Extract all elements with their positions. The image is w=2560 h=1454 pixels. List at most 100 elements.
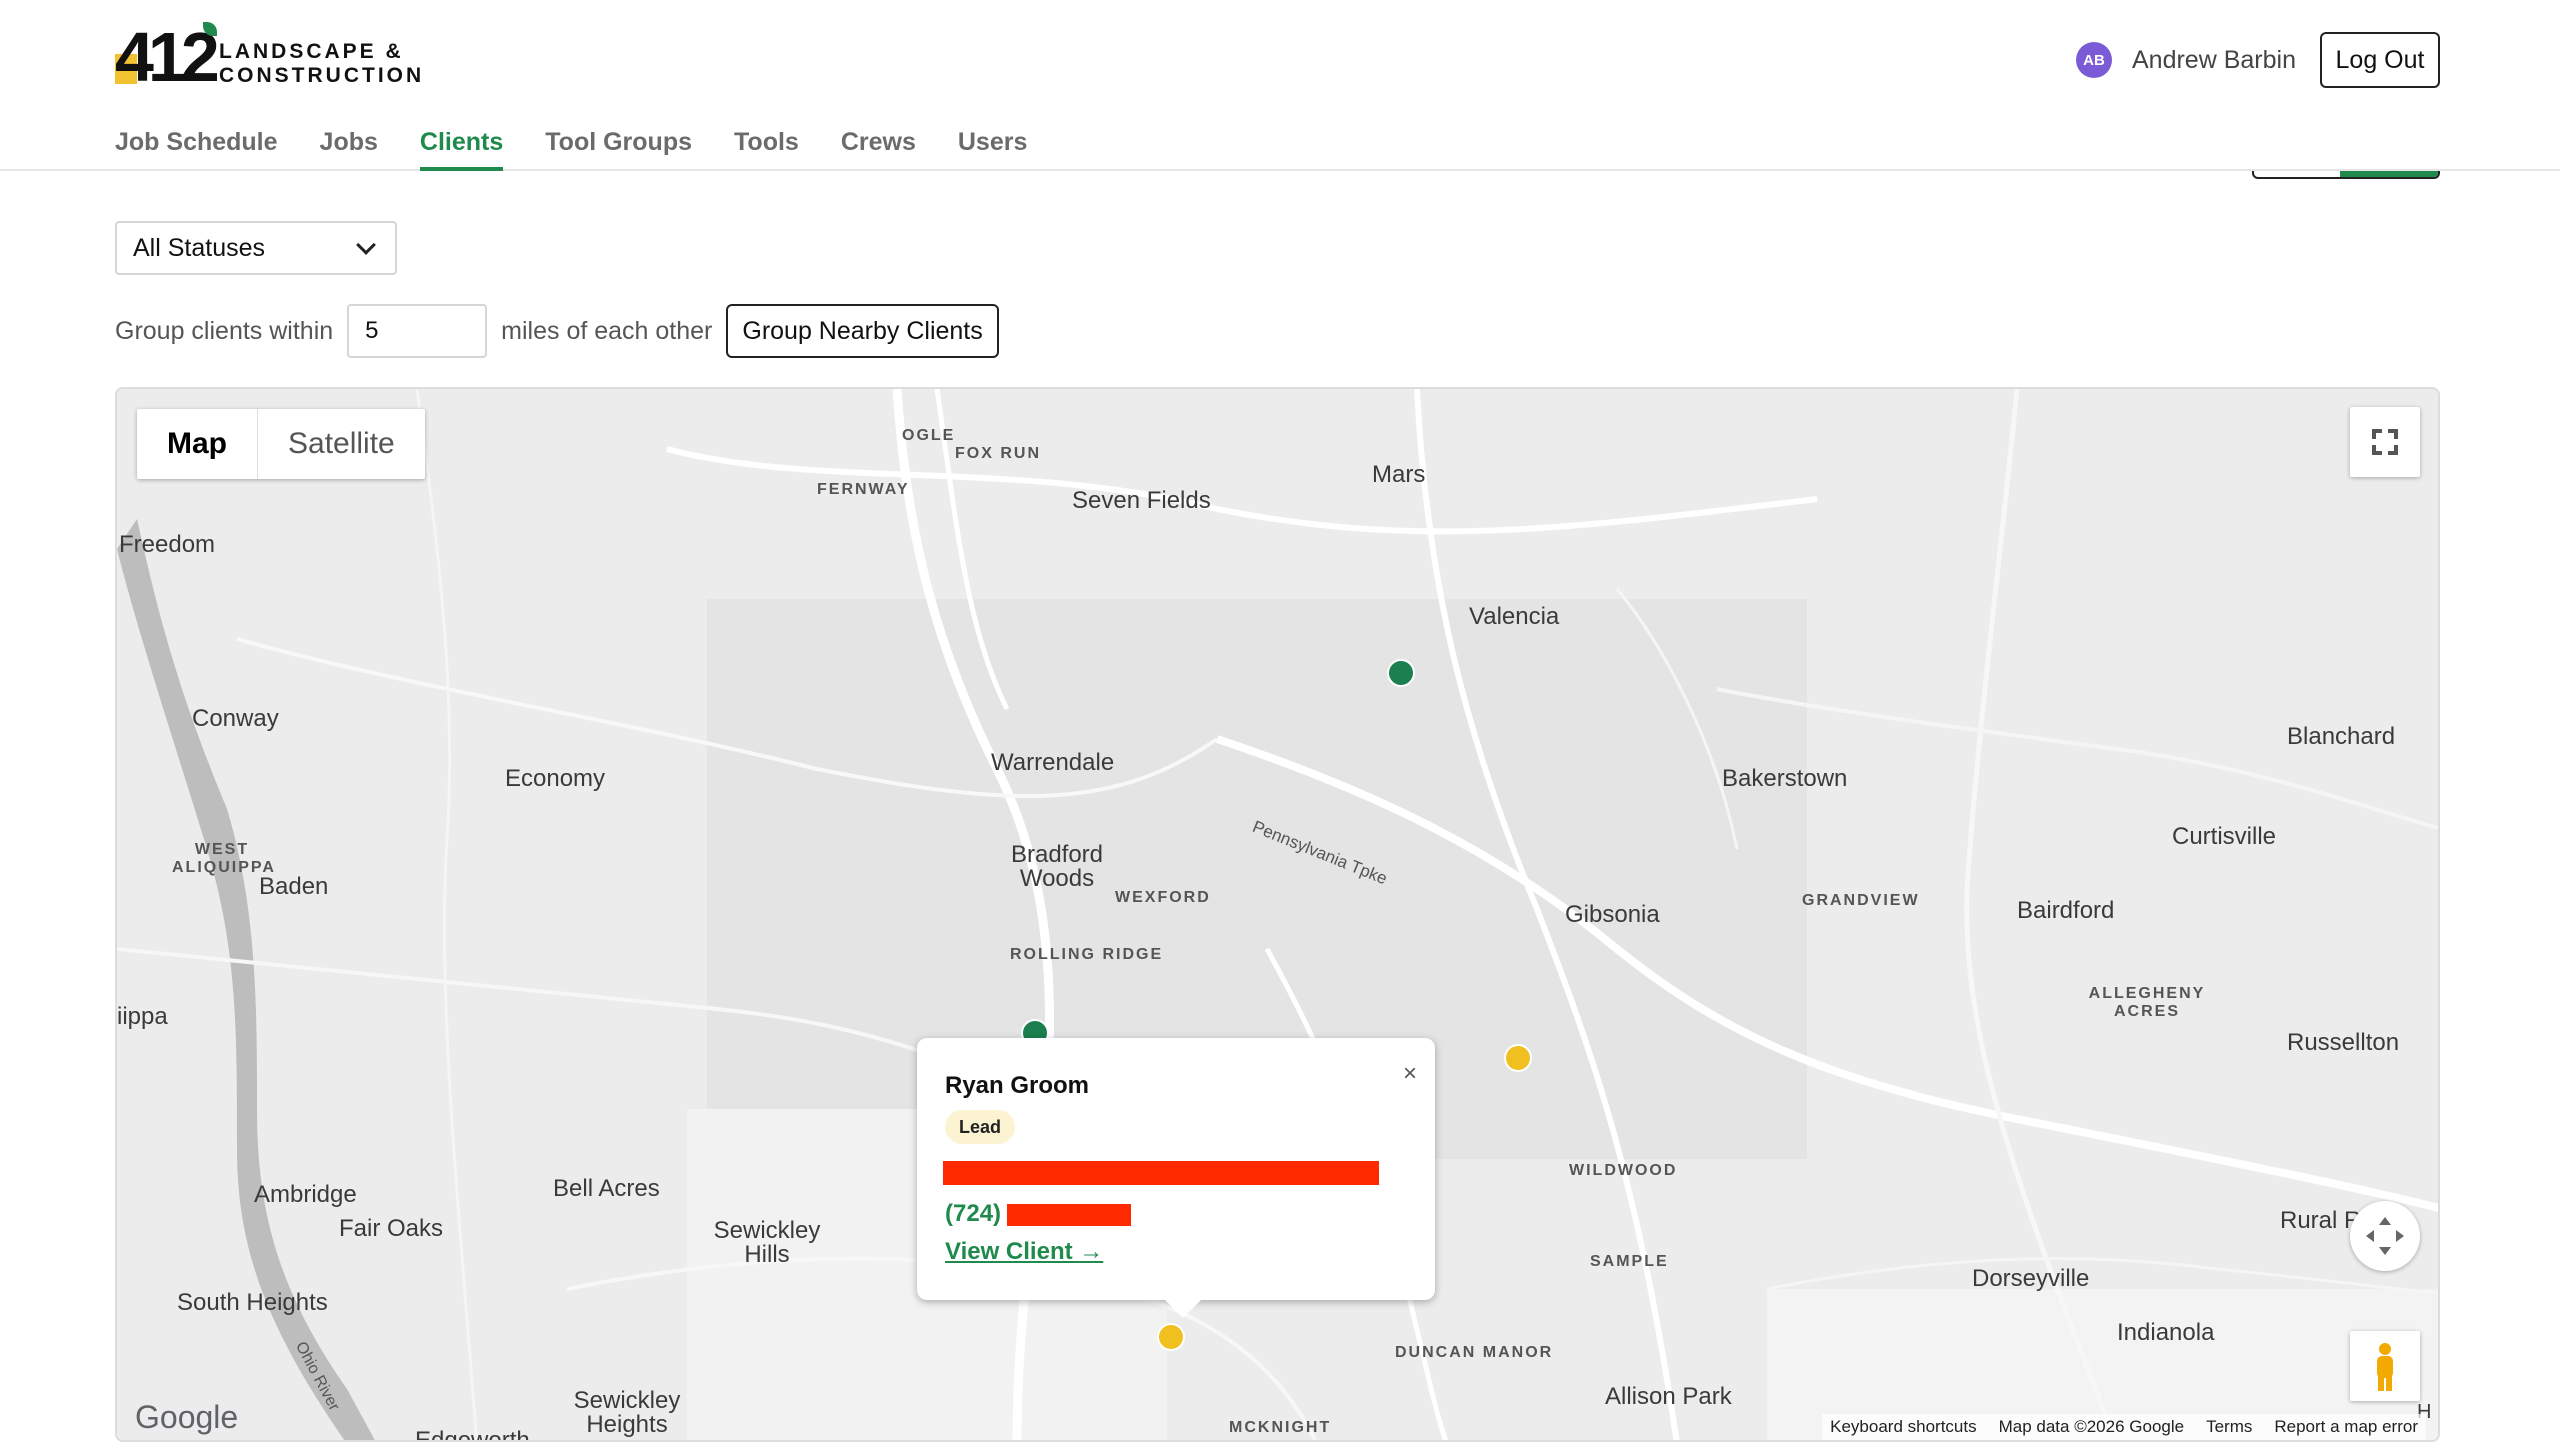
report-error-link[interactable]: Report a map error <box>2274 1417 2418 1437</box>
map-label-indianola: Indianola <box>2117 1319 2215 1346</box>
redacted-address <box>943 1161 1379 1185</box>
street-view-button[interactable] <box>2350 1331 2420 1401</box>
company-logo[interactable]: 412 LANDSCAPE & CONSTRUCTION <box>115 18 421 96</box>
map-label-bell-acres: Bell Acres <box>553 1175 660 1202</box>
map-type-satellite-button[interactable]: Satellite <box>258 409 425 479</box>
group-nearby-button[interactable]: Group Nearby Clients <box>726 304 999 358</box>
nav-clients[interactable]: Clients <box>419 124 504 171</box>
map-label-valencia: Valencia <box>1469 603 1560 630</box>
map-label-fair-oaks: Fair Oaks <box>339 1215 444 1242</box>
map-label-sewickley-hills: Sewickley Hills <box>697 1219 837 1267</box>
map-label-sewickley-heights-2: Heights <box>586 1411 668 1438</box>
map-label-freedom: Freedom <box>119 531 216 558</box>
chevron-down-icon <box>356 235 376 255</box>
map-label-rolling-ridge: ROLLING RIDGE <box>1010 946 1164 963</box>
map-label-sewickley-hills-2: Hills <box>744 1241 790 1268</box>
client-info-popup: × Ryan Groom Lead (724) View Client → <box>917 1038 1435 1318</box>
map-label-ogle: OGLE <box>902 427 956 444</box>
map-label-bakerstown: Bakerstown <box>1722 765 1848 792</box>
map-label-mcknight: MCKNIGHT <box>1229 1419 1332 1436</box>
user-menu[interactable]: AB Andrew Barbin <box>2076 42 2296 78</box>
view-toggle-partial[interactable] <box>2252 171 2440 179</box>
map-label-fernway: FERNWAY <box>817 481 910 498</box>
popup-client-name: Ryan Groom <box>945 1072 1090 1099</box>
map-label-sewickley-heights: Sewickley Heights <box>557 1389 697 1437</box>
logo-number: 412 <box>115 18 220 96</box>
map-label-fox-run: FOX RUN <box>955 445 1041 462</box>
map-label-edgeworth: Edgeworth <box>415 1427 530 1442</box>
group-suffix-label: miles of each other <box>501 316 713 345</box>
map-label-russellton: Russellton <box>2287 1029 2400 1056</box>
nav-users[interactable]: Users <box>958 124 1028 171</box>
view-client-link[interactable]: View Client → <box>945 1238 1103 1266</box>
status-filter-select[interactable]: All Statuses <box>115 221 397 275</box>
map-label-bradford-woods-2: Woods <box>1019 865 1095 892</box>
map-data-text: Map data ©2026 Google <box>1998 1417 2185 1436</box>
google-logo[interactable]: Google <box>135 1399 238 1436</box>
app-header: 412 LANDSCAPE & CONSTRUCTION AB Andrew B… <box>0 0 2560 171</box>
map-label-duncan-manor: DUNCAN MANOR <box>1395 1344 1554 1361</box>
status-filter-value: All Statuses <box>133 233 266 262</box>
map-label-aliquippa-partial: iippa <box>117 1003 168 1030</box>
map-label-west-aliquippa-1: WEST <box>194 841 250 858</box>
nav-tools[interactable]: Tools <box>734 124 799 171</box>
map-label-south-heights: South Heights <box>177 1289 328 1316</box>
client-marker-green[interactable] <box>1387 659 1415 687</box>
redacted-phone <box>1007 1204 1131 1226</box>
map-label-allison-park: Allison Park <box>1605 1383 1732 1410</box>
map-attribution: Keyboard shortcuts Map data ©2026 Google… <box>1822 1414 2426 1440</box>
logout-button[interactable]: Log Out <box>2320 32 2440 88</box>
map-label-sample: SAMPLE <box>1590 1253 1669 1270</box>
terms-link[interactable]: Terms <box>2206 1417 2252 1437</box>
nav-jobs[interactable]: Jobs <box>320 124 378 171</box>
nav-crews[interactable]: Crews <box>841 124 916 171</box>
status-badge: Lead <box>945 1110 1016 1144</box>
nav-tool-groups[interactable]: Tool Groups <box>545 124 692 171</box>
map-label-wildwood: WILDWOOD <box>1569 1162 1678 1179</box>
avatar: AB <box>2076 42 2112 78</box>
map-label-curtisville: Curtisville <box>2172 823 2277 850</box>
map-label-bradford-woods: Bradford Woods <box>987 843 1127 891</box>
move-arrows-icon <box>2366 1217 2404 1255</box>
map-label-blanchard: Blanchard <box>2287 723 2396 750</box>
map-label-west-aliquippa: WEST ALIQUIPPA <box>172 841 276 877</box>
logo-text: LANDSCAPE & CONSTRUCTION <box>219 40 424 88</box>
map-label-seven-fields: Seven Fields <box>1072 487 1211 514</box>
group-miles-input[interactable]: 5 <box>347 304 488 358</box>
group-clients-row: Group clients within 5 miles of each oth… <box>115 304 999 358</box>
client-map[interactable]: OGLE FOX RUN FERNWAY Seven Fields Mars F… <box>115 387 2440 1442</box>
logo-line-2: CONSTRUCTION <box>219 64 425 87</box>
pegman-icon <box>2377 1343 2393 1391</box>
map-label-baden: Baden <box>259 873 329 900</box>
group-prefix-label: Group clients within <box>115 316 334 345</box>
popup-phone[interactable]: (724) <box>945 1200 1001 1228</box>
map-label-grandview: GRANDVIEW <box>1802 892 1920 909</box>
map-label-bairdford: Bairdford <box>2017 897 2115 924</box>
map-type-control: Map Satellite <box>137 409 425 479</box>
main-nav: Job Schedule Jobs Clients Tool Groups To… <box>115 124 1069 171</box>
map-type-map-button[interactable]: Map <box>137 409 258 479</box>
map-label-ambridge: Ambridge <box>254 1181 357 1208</box>
keyboard-shortcuts-link[interactable]: Keyboard shortcuts <box>1830 1417 1976 1437</box>
map-label-bradford-woods-1: Bradford <box>1010 841 1104 868</box>
map-label-wexford: WEXFORD <box>1115 889 1211 906</box>
view-toggle-active[interactable] <box>2340 171 2438 177</box>
client-marker-yellow[interactable] <box>1157 1323 1185 1351</box>
client-marker-yellow[interactable] <box>1504 1044 1532 1072</box>
close-icon[interactable]: × <box>1403 1060 1417 1088</box>
map-label-allegheny-acres: ALLEGHENY ACRES <box>2087 985 2207 1021</box>
map-label-west-aliquippa-2: ALIQUIPPA <box>172 859 276 876</box>
fullscreen-button[interactable] <box>2350 407 2420 477</box>
fullscreen-icon <box>2372 429 2398 455</box>
map-label-sewickley-heights-1: Sewickley <box>573 1387 681 1414</box>
map-label-conway: Conway <box>192 705 279 732</box>
nav-job-schedule[interactable]: Job Schedule <box>115 124 278 171</box>
camera-control-button[interactable] <box>2350 1201 2420 1271</box>
map-label-warrendale: Warrendale <box>991 749 1115 776</box>
user-name: Andrew Barbin <box>2132 45 2296 74</box>
map-label-gibsonia: Gibsonia <box>1565 901 1660 928</box>
map-label-mars: Mars <box>1372 461 1426 488</box>
map-label-allegheny-acres-1: ALLEGHENY <box>2088 985 2206 1002</box>
map-label-dorseyville: Dorseyville <box>1972 1265 2090 1292</box>
map-label-economy: Economy <box>505 765 606 792</box>
